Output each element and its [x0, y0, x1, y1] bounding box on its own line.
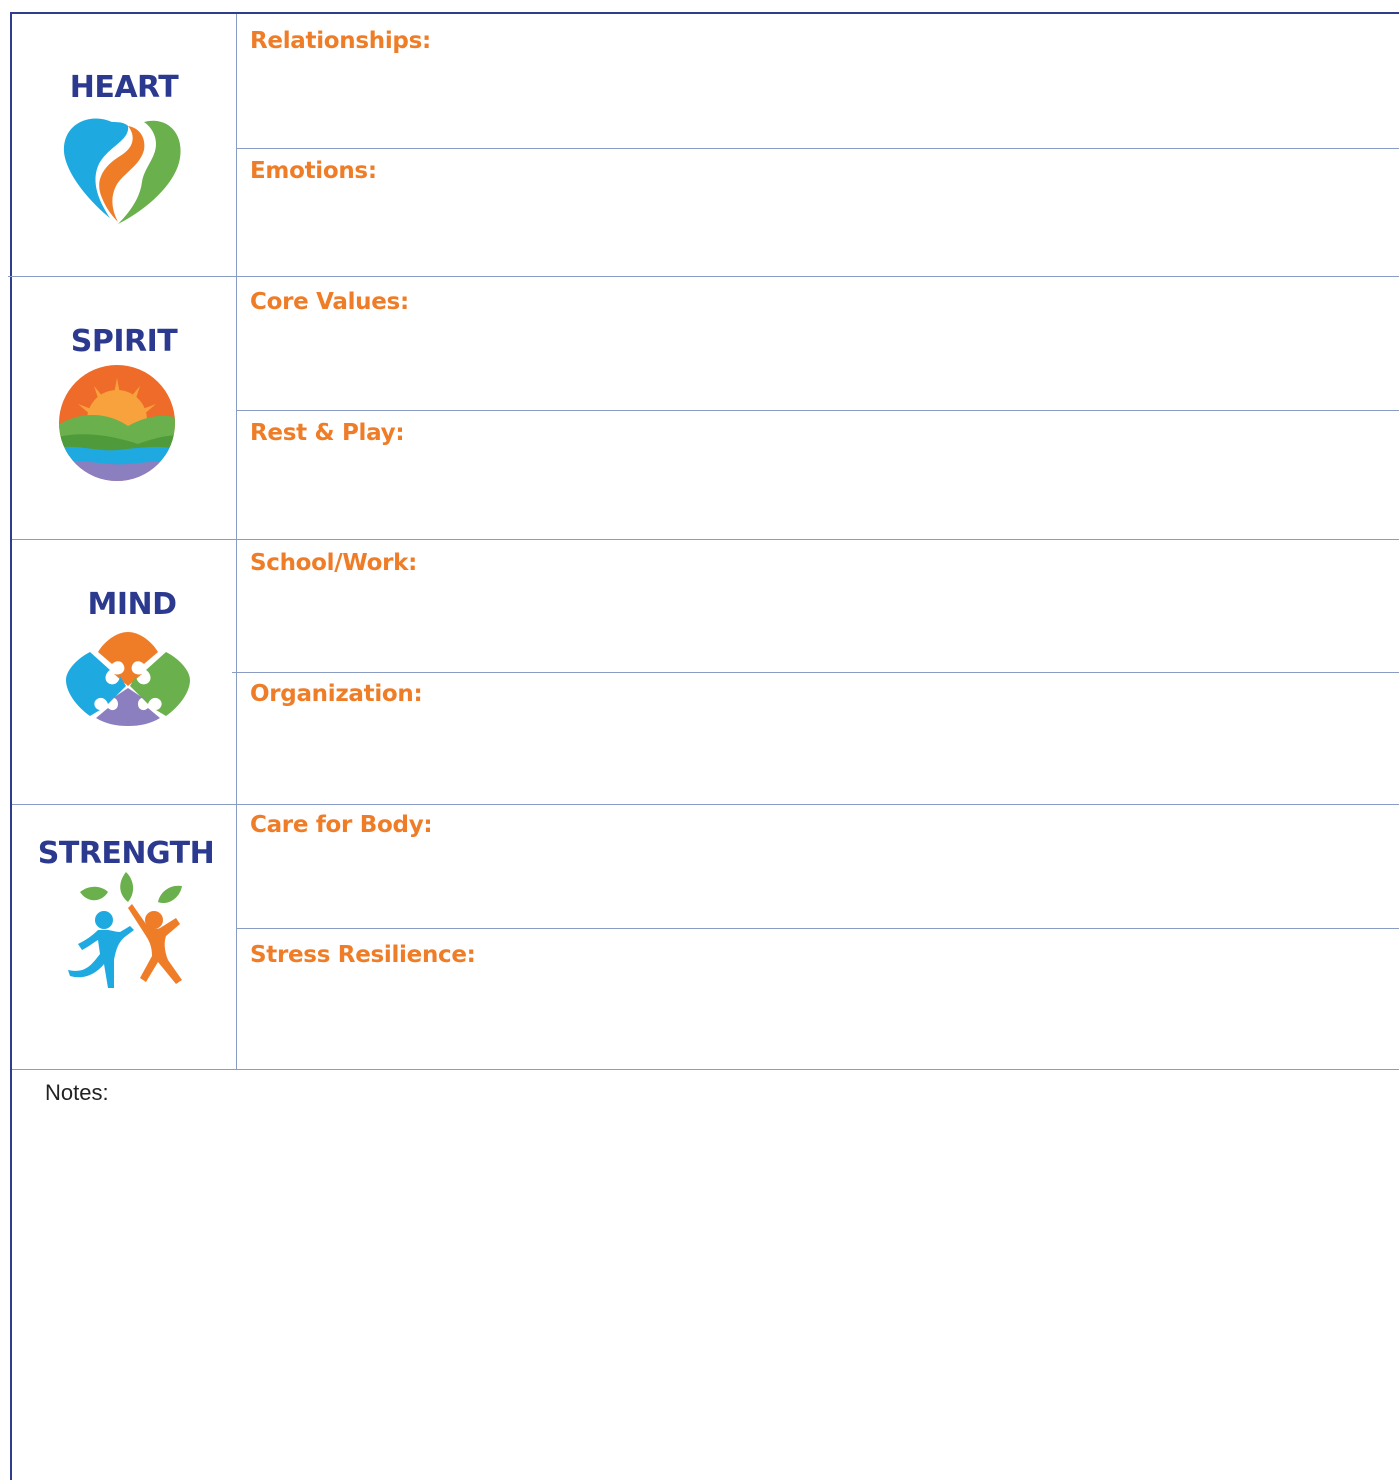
worksheet-page: HEART Relationships: Emotions: SPIRIT Co…: [0, 0, 1399, 1480]
heart-icon: [63, 118, 181, 224]
notes-label: Notes:: [45, 1080, 109, 1105]
field-separator: [236, 928, 1399, 929]
section-separator: [12, 1069, 1399, 1070]
section-title-spirit: SPIRIT: [70, 324, 178, 359]
field-label-rest-play: Rest & Play:: [250, 420, 405, 446]
section-separator: [12, 804, 1399, 805]
field-separator: [236, 410, 1399, 411]
section-separator: [8, 276, 1399, 277]
field-separator: [232, 672, 1399, 673]
section-title-strength: STRENGTH: [37, 836, 215, 871]
frame-top-border: [10, 12, 1399, 14]
section-title-heart: HEART: [69, 70, 179, 105]
section-title-mind: MIND: [87, 587, 177, 622]
people-leaves-icon: [68, 872, 182, 988]
puzzle-pieces-icon: [66, 632, 190, 726]
sunrise-landscape-icon: [59, 365, 175, 481]
frame-left-border: [10, 12, 12, 1480]
section-separator: [12, 539, 1399, 540]
field-label-stress-resilience: Stress Resilience:: [250, 942, 476, 968]
field-label-emotions: Emotions:: [250, 158, 377, 184]
field-label-school-work: School/Work:: [250, 550, 418, 576]
column-divider: [236, 14, 237, 1070]
field-label-core-values: Core Values:: [250, 289, 409, 315]
field-separator: [236, 148, 1399, 149]
field-label-care-for-body: Care for Body:: [250, 812, 433, 838]
field-label-relationships: Relationships:: [250, 28, 431, 54]
field-label-organization: Organization:: [250, 681, 423, 707]
